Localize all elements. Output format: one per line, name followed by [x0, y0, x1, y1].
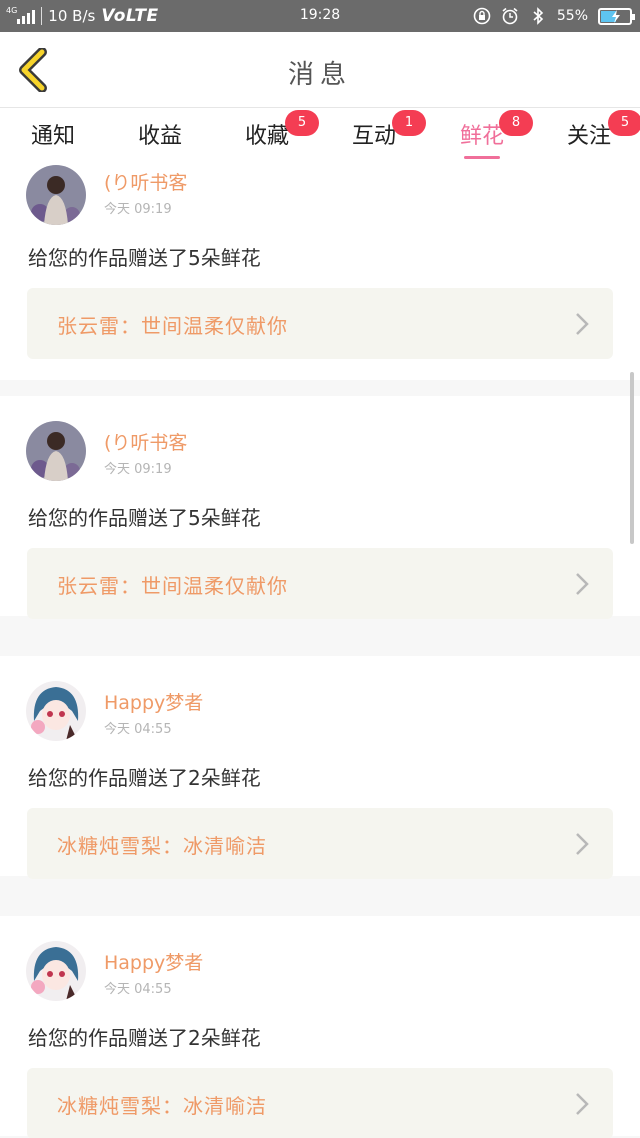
sender-name[interactable]: (り听书客 — [104, 428, 187, 455]
tab-label: 鲜花 — [459, 124, 504, 149]
active-tab-indicator — [464, 156, 500, 159]
message-time: 今天 09:19 — [104, 202, 172, 217]
unread-badge: 8 — [499, 110, 533, 136]
unread-badge: 5 — [285, 110, 319, 136]
list-item[interactable]: Happy梦者 今天 04:55 给您的作品赠送了2朵鲜花 冰糖炖雪梨：冰清喻洁 — [0, 656, 640, 879]
sender-name[interactable]: Happy梦者 — [104, 948, 203, 975]
message-list[interactable]: (り听书客 今天 09:19 给您的作品赠送了5朵鲜花 张云雷：世间温柔仅献你 … — [0, 160, 640, 1138]
avatar[interactable] — [26, 941, 86, 1001]
work-title: 张云雷：世间温柔仅献你 — [57, 574, 288, 598]
list-item[interactable]: (り听书客 今天 09:19 给您的作品赠送了5朵鲜花 张云雷：世间温柔仅献你 — [0, 160, 640, 380]
work-reference[interactable]: 张云雷：世间温柔仅献你 — [27, 548, 613, 619]
tab-flowers[interactable]: 鲜花 8 — [437, 110, 533, 159]
avatar[interactable] — [26, 165, 86, 225]
message-text: 给您的作品赠送了2朵鲜花 — [28, 1026, 261, 1050]
tab-interactions[interactable]: 互动 1 — [329, 110, 426, 150]
work-title: 冰糖炖雪梨：冰清喻洁 — [57, 834, 267, 858]
scrollbar[interactable] — [630, 372, 634, 544]
work-title: 张云雷：世间温柔仅献你 — [57, 314, 288, 338]
tab-following[interactable]: 关注 5 — [544, 110, 640, 150]
tab-label: 收益 — [137, 124, 182, 149]
work-reference[interactable]: 冰糖炖雪梨：冰清喻洁 — [27, 808, 613, 879]
work-reference[interactable]: 张云雷：世间温柔仅献你 — [27, 288, 613, 359]
message-text: 给您的作品赠送了2朵鲜花 — [28, 766, 261, 790]
tab-bar: 通知 收益 收藏 5 互动 1 鲜花 8 关注 5 — [0, 108, 640, 160]
chevron-right-icon — [576, 573, 589, 595]
alarm-icon — [501, 7, 519, 25]
chevron-right-icon — [576, 833, 589, 855]
message-text: 给您的作品赠送了5朵鲜花 — [28, 506, 261, 530]
tab-favorites[interactable]: 收藏 5 — [222, 110, 319, 150]
avatar[interactable] — [26, 681, 86, 741]
status-bar: 4G 10 B/s VoLTE 19:28 55% — [0, 0, 640, 32]
lock-rotate-icon — [473, 7, 491, 25]
avatar[interactable] — [26, 421, 86, 481]
list-item[interactable]: Happy梦者 今天 04:55 给您的作品赠送了2朵鲜花 冰糖炖雪梨：冰清喻洁 — [0, 916, 640, 1138]
tab-earnings[interactable]: 收益 — [115, 118, 205, 150]
tab-notifications[interactable]: 通知 — [8, 118, 98, 150]
unread-badge: 1 — [392, 110, 426, 136]
tab-label: 收藏 — [244, 124, 289, 149]
chevron-right-icon — [576, 313, 589, 335]
tab-label: 通知 — [30, 124, 75, 149]
bluetooth-icon — [529, 7, 547, 25]
unread-badge: 5 — [608, 110, 640, 136]
chevron-right-icon — [576, 1093, 589, 1115]
tab-label: 关注 — [566, 124, 611, 149]
tab-label: 互动 — [351, 124, 396, 149]
list-item[interactable]: (り听书客 今天 09:19 给您的作品赠送了5朵鲜花 张云雷：世间温柔仅献你 — [0, 396, 640, 619]
sender-name[interactable]: (り听书客 — [104, 168, 187, 195]
message-text: 给您的作品赠送了5朵鲜花 — [28, 246, 261, 270]
message-time: 今天 09:19 — [104, 462, 172, 477]
battery-icon — [598, 7, 635, 25]
work-title: 冰糖炖雪梨：冰清喻洁 — [57, 1094, 267, 1118]
page-title: 消息 — [287, 60, 352, 90]
work-reference[interactable]: 冰糖炖雪梨：冰清喻洁 — [27, 1068, 613, 1138]
battery-percent: 55% — [556, 8, 588, 24]
message-time: 今天 04:55 — [104, 982, 172, 997]
header: 消息 — [0, 32, 640, 108]
message-time: 今天 04:55 — [104, 722, 172, 737]
sender-name[interactable]: Happy梦者 — [104, 688, 203, 715]
